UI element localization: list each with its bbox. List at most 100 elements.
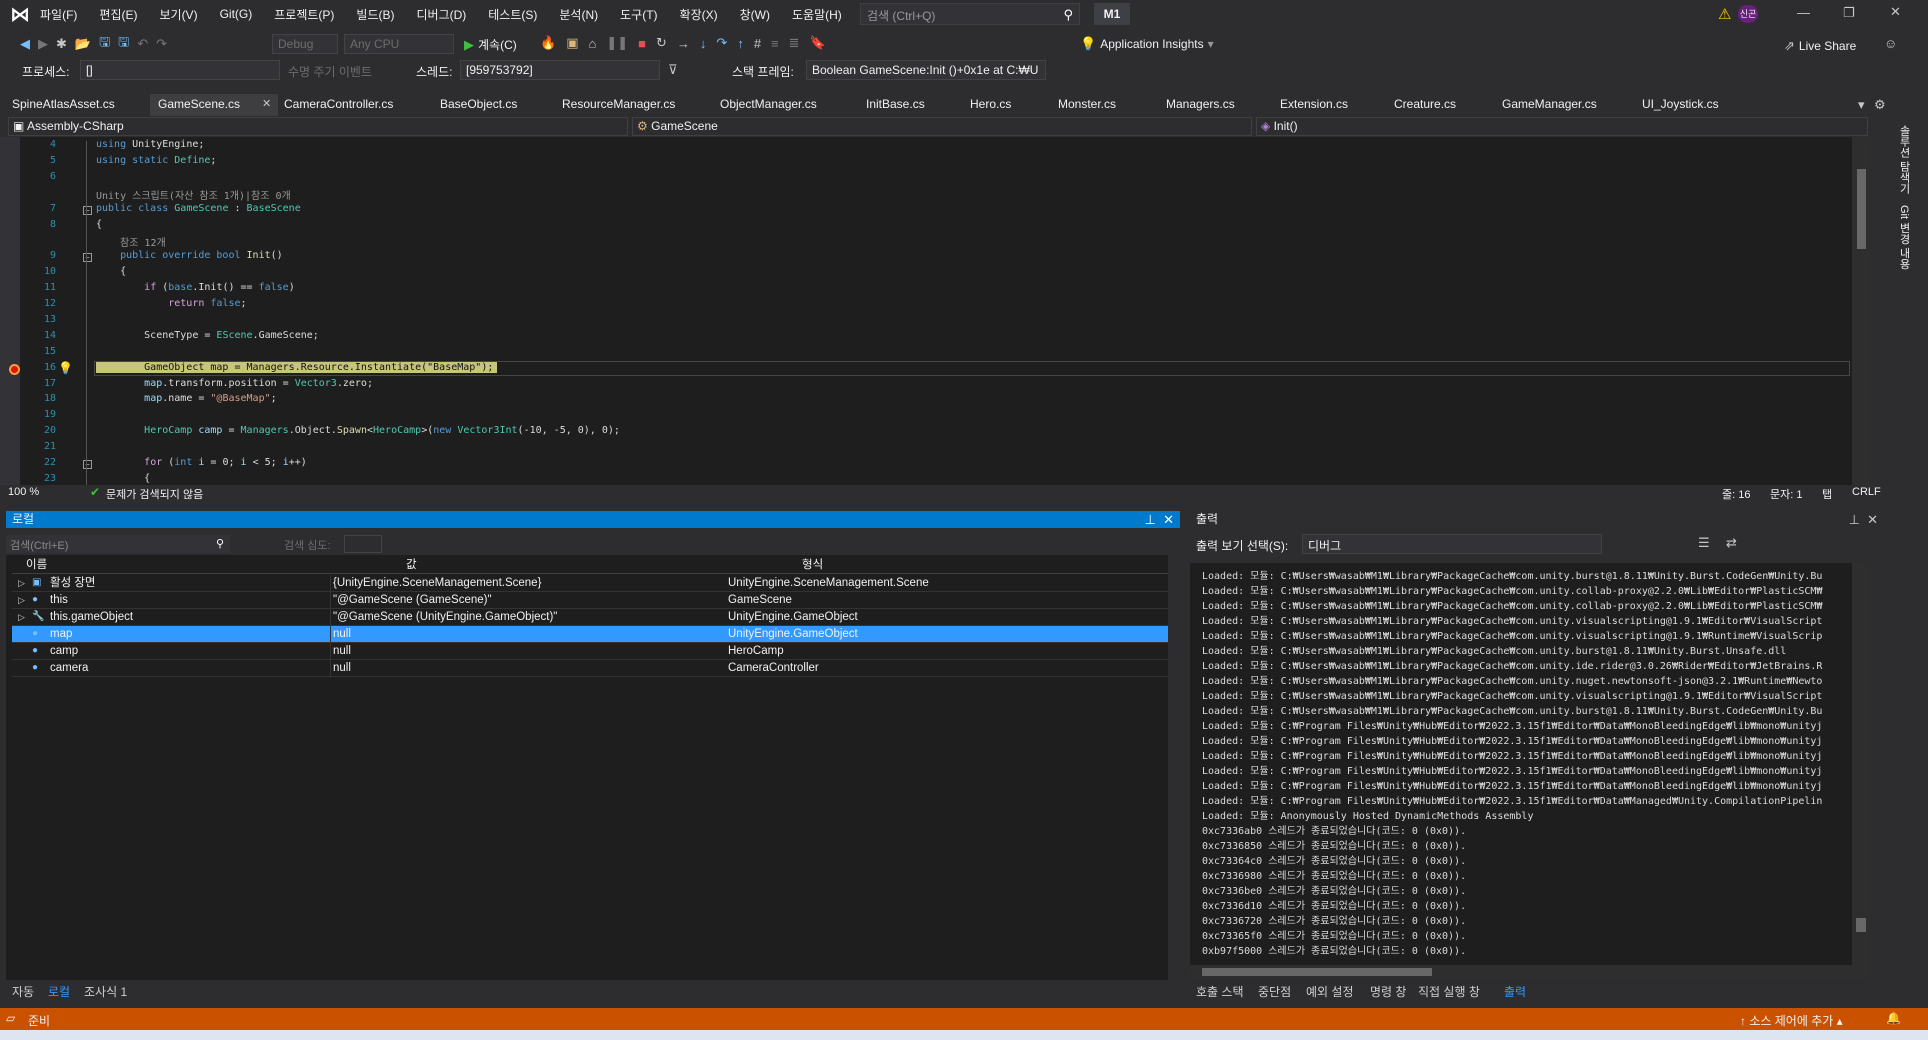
expand-icon[interactable]: ▷ bbox=[18, 609, 25, 625]
line-number[interactable]: 줄: 16 bbox=[1722, 486, 1750, 502]
tab-cameracontroller-cs[interactable]: CameraController.cs bbox=[284, 97, 393, 111]
side-tab-solution-explorer[interactable]: 솔루션 탐색기 bbox=[1896, 125, 1912, 194]
output-text[interactable]: Loaded: 모듈: C:₩Users₩wasab₩M1₩Library₩Pa… bbox=[1190, 563, 1870, 965]
restart-icon[interactable]: ↻ bbox=[656, 35, 667, 51]
bottom-tab[interactable]: 명령 창 bbox=[1370, 983, 1406, 1000]
locals-row[interactable]: ● camera null CameraController bbox=[12, 660, 1168, 677]
zoom-level[interactable]: 100 % bbox=[8, 486, 39, 498]
code-line[interactable]: using UnityEngine; bbox=[96, 139, 204, 150]
bottom-tab[interactable]: 호출 스택 bbox=[1196, 983, 1244, 1000]
redo-icon[interactable]: ↷ bbox=[156, 36, 167, 52]
local-value[interactable]: {UnityEngine.SceneManagement.Scene} bbox=[330, 575, 541, 591]
output-source-select[interactable]: 디버그 bbox=[1302, 534, 1602, 554]
breakpoint-margin[interactable] bbox=[0, 137, 20, 485]
local-value[interactable]: null bbox=[330, 626, 351, 642]
process-icon[interactable]: ▣ bbox=[566, 35, 578, 51]
pin-icon[interactable]: ⊥ bbox=[1849, 511, 1860, 528]
codelens[interactable]: 참조 12개 bbox=[120, 234, 166, 249]
side-tab-git-changes[interactable]: Git 변경 내용 bbox=[1896, 205, 1912, 269]
bottom-tab[interactable]: 중단점 bbox=[1258, 983, 1291, 1000]
step-out-icon[interactable]: ↑ bbox=[737, 36, 744, 51]
fold-toggle-icon[interactable]: − bbox=[83, 253, 92, 263]
codelens[interactable]: Unity 스크립트(자산 참조 1개)|참조 0개 bbox=[96, 187, 291, 202]
bottom-tab[interactable]: 출력 bbox=[1504, 983, 1526, 1000]
output-scrollbar[interactable] bbox=[1852, 563, 1870, 965]
code-line[interactable]: if (base.Init() == false) bbox=[96, 282, 295, 293]
bottom-tab[interactable]: 예외 설정 bbox=[1306, 983, 1354, 1000]
stop-icon[interactable]: ■ bbox=[638, 36, 646, 51]
column-number[interactable]: 문자: 1 bbox=[1770, 486, 1802, 502]
tab-objectmanager-cs[interactable]: ObjectManager.cs bbox=[720, 97, 817, 111]
code-line[interactable]: public override bool Init() bbox=[96, 250, 283, 261]
code-line[interactable]: HeroCamp camp = Managers.Object.Spawn<He… bbox=[96, 425, 620, 436]
warning-icon[interactable]: ⚠ bbox=[1718, 5, 1731, 23]
tab-gamemanager-cs[interactable]: GameManager.cs bbox=[1502, 97, 1597, 111]
tab-gamescene-cs[interactable]: GameScene.cs bbox=[158, 97, 240, 111]
bottom-tab[interactable]: 직접 실행 창 bbox=[1418, 983, 1480, 1000]
user-avatar[interactable]: 신곤 bbox=[1738, 5, 1758, 23]
step-over-icon[interactable]: ↷ bbox=[716, 35, 727, 51]
filter-icon[interactable]: ⊽ bbox=[668, 62, 678, 78]
class-select[interactable]: ⚙ GameScene bbox=[632, 117, 1252, 136]
new-project-icon[interactable]: ✱ bbox=[56, 36, 67, 52]
continue-button[interactable]: ▶ 계속(C) bbox=[464, 36, 517, 53]
pin-icon[interactable]: ⊥ bbox=[1145, 511, 1156, 528]
bookmark-icon[interactable]: 🔖 bbox=[810, 35, 826, 51]
issues-status[interactable]: 문제가 검색되지 않음 bbox=[106, 486, 203, 502]
code-line[interactable]: { bbox=[96, 219, 102, 230]
vertical-scrollbar[interactable] bbox=[1852, 137, 1870, 485]
save-all-icon[interactable]: 🖫 bbox=[118, 33, 129, 55]
comment-icon[interactable]: ≡ bbox=[771, 36, 779, 51]
menu-item[interactable]: 편집(E) bbox=[99, 6, 137, 23]
local-value[interactable]: "@GameScene (GameScene)" bbox=[330, 592, 492, 608]
notifications-icon[interactable]: 🔔 bbox=[1886, 1011, 1901, 1025]
undo-icon[interactable]: ↶ bbox=[137, 36, 148, 52]
menu-item[interactable]: 빌드(B) bbox=[356, 6, 394, 23]
clear-all-icon[interactable]: ☰ bbox=[1698, 535, 1710, 551]
step-into-icon[interactable]: ↓ bbox=[700, 36, 707, 51]
locals-row[interactable]: ▷ 🔧 this.gameObject "@GameScene (UnityEngin… bbox=[12, 609, 1168, 626]
code-line[interactable]: { bbox=[96, 473, 150, 484]
forward-icon[interactable]: ▶ bbox=[38, 36, 48, 52]
restore-icon[interactable]: ❐ bbox=[1843, 5, 1855, 21]
code-line[interactable]: SceneType = EScene.GameScene; bbox=[96, 330, 319, 341]
tab-resourcemanager-cs[interactable]: ResourceManager.cs bbox=[562, 97, 675, 111]
code-line[interactable]: map.transform.position = Vector3.zero; bbox=[96, 378, 373, 389]
menu-item[interactable]: 파일(F) bbox=[40, 6, 77, 23]
indent-mode[interactable]: 탭 bbox=[1822, 486, 1832, 502]
uncomment-icon[interactable]: ≣ bbox=[789, 35, 800, 51]
bottom-tab[interactable]: 조사식 1 bbox=[84, 983, 127, 1000]
hot-reload-icon[interactable]: 🔥 bbox=[540, 35, 556, 51]
menu-item[interactable]: 분석(N) bbox=[559, 6, 598, 23]
pause-icon[interactable]: ❚❚ bbox=[606, 35, 628, 51]
breakpoint-icon[interactable] bbox=[9, 363, 20, 375]
save-icon[interactable]: 🖫 bbox=[99, 33, 110, 55]
code-line[interactable]: for (int i = 0; i < 5; i++) bbox=[96, 457, 307, 468]
hex-icon[interactable]: # bbox=[754, 36, 761, 51]
bottom-tab[interactable]: 자동 bbox=[12, 983, 34, 1000]
tab-baseobject-cs[interactable]: BaseObject.cs bbox=[440, 97, 517, 111]
close-tab-icon[interactable]: ✕ bbox=[262, 97, 271, 110]
minimize-icon[interactable]: — bbox=[1797, 5, 1810, 20]
menu-item[interactable]: 창(W) bbox=[740, 6, 770, 23]
code-line[interactable]: public class GameScene : BaseScene bbox=[96, 203, 301, 214]
lightbulb-icon[interactable]: 💡 bbox=[58, 361, 73, 375]
fold-toggle-icon[interactable]: − bbox=[83, 205, 92, 215]
gear-icon[interactable]: ⚙ bbox=[1874, 97, 1886, 113]
menu-item[interactable]: 프로젝트(P) bbox=[274, 6, 334, 23]
column-header-value[interactable]: 값 bbox=[406, 557, 417, 573]
close-panel-icon[interactable]: ✕ bbox=[1163, 511, 1174, 528]
output-hscrollbar[interactable] bbox=[1190, 965, 1870, 979]
code-line[interactable]: { bbox=[96, 266, 126, 277]
expand-icon[interactable]: ▷ bbox=[18, 575, 25, 591]
close-panel-icon[interactable]: ✕ bbox=[1867, 511, 1878, 528]
expand-icon[interactable]: ▷ bbox=[18, 592, 25, 608]
process-select[interactable]: [] bbox=[80, 60, 280, 80]
locals-row[interactable]: ● camp null HeroCamp bbox=[12, 643, 1168, 660]
tab-initbase-cs[interactable]: InitBase.cs bbox=[866, 97, 925, 111]
bottom-tab[interactable]: 로컬 bbox=[48, 983, 70, 1000]
tab-hero-cs[interactable]: Hero.cs bbox=[970, 97, 1011, 111]
menu-item[interactable]: 디버그(D) bbox=[416, 6, 466, 23]
locals-search-input[interactable]: 검색(Ctrl+E) ⚲ bbox=[6, 535, 230, 553]
local-value[interactable]: null bbox=[330, 643, 351, 659]
